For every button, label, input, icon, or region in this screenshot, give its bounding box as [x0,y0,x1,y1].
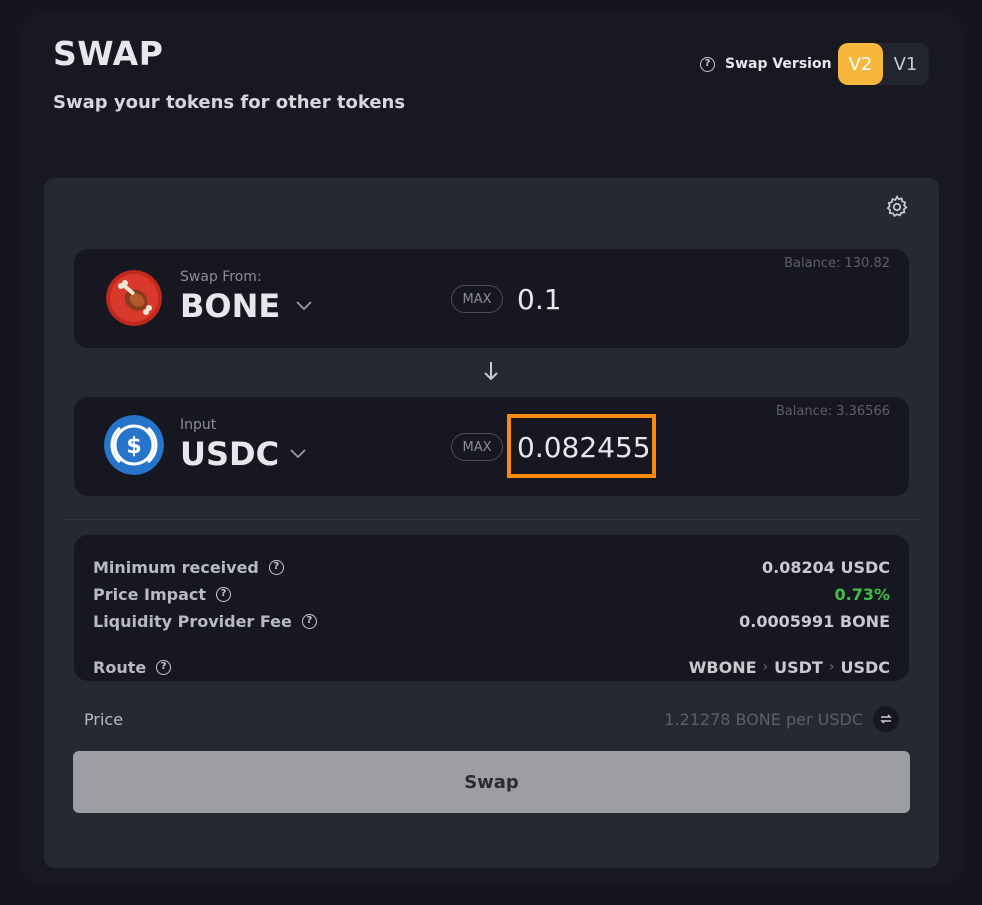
swap-button[interactable]: Swap [73,751,910,813]
from-token-selector[interactable]: BONE [180,287,280,325]
amount-highlight-box [507,414,656,478]
swap-card: Swap From: BONE MAX 0.1 Balance: 130.82 … [44,178,939,868]
to-token-selector[interactable]: USDC [180,435,279,473]
route-row: Route ? WBONE › USDT › USDC [93,656,890,678]
trade-details: Minimum received ? 0.08204 USDC Price Im… [74,535,909,681]
route-hop: WBONE [688,657,757,677]
minimum-received-row: Minimum received ? 0.08204 USDC [93,556,890,578]
from-balance: Balance: 130.82 [784,256,890,271]
chevron-right-icon: › [762,659,769,675]
price-label: Price [84,709,124,729]
price-impact-value: 0.73% [834,584,890,604]
minimum-received-value: 0.08204 USDC [762,557,890,577]
version-v2-button[interactable]: V2 [838,43,883,85]
page-subtitle: Swap your tokens for other tokens [53,92,406,113]
route-path: WBONE › USDT › USDC [689,658,890,677]
swap-from-box: Swap From: BONE MAX 0.1 Balance: 130.82 [74,249,909,348]
page-title: SWAP [53,34,164,73]
route-hop: USDT [774,657,823,677]
usdc-token-icon[interactable]: $ [104,415,164,475]
chevron-right-icon: › [828,659,835,675]
help-icon[interactable]: ? [700,56,715,72]
help-icon[interactable]: ? [301,613,317,629]
price-row: Price 1.21278 BONE per USDC [84,706,899,732]
chevron-down-icon[interactable] [295,299,313,311]
help-icon[interactable]: ? [156,659,172,675]
swap-from-caption: Swap From: [180,269,262,285]
route-label: Route [93,657,147,677]
help-icon[interactable]: ? [268,559,284,575]
minimum-received-label: Minimum received [93,557,259,577]
version-v1-button[interactable]: V1 [883,43,928,85]
help-icon[interactable]: ? [216,586,232,602]
swap-version-control: ? Swap Version V2 V1 [700,43,929,85]
arrow-down-icon[interactable] [481,358,501,384]
swap-to-box: $ Input USDC MAX 0.082455 Balance: 3.365… [74,397,909,496]
to-balance: Balance: 3.36566 [775,404,890,419]
invert-price-button[interactable] [873,706,899,732]
swap-version-label: Swap Version [725,56,832,72]
price-impact-label: Price Impact [93,584,207,604]
lp-fee-label: Liquidity Provider Fee [93,611,292,631]
from-amount-input[interactable]: 0.1 [517,283,562,316]
lp-fee-row: Liquidity Provider Fee ? 0.0005991 BONE [93,610,890,632]
swap-to-caption: Input [180,417,217,433]
swap-arrows-icon [880,714,892,724]
from-max-button[interactable]: MAX [451,285,503,313]
lp-fee-value: 0.0005991 BONE [739,611,890,631]
bone-token-icon[interactable] [106,270,162,326]
route-hop: USDC [840,657,890,677]
svg-text:$: $ [126,434,141,459]
price-value: 1.21278 BONE per USDC [664,709,863,729]
version-toggle: V2 V1 [838,43,929,85]
chevron-down-icon[interactable] [289,447,307,459]
to-max-button[interactable]: MAX [451,433,503,461]
divider [64,519,919,520]
settings-gear-icon[interactable] [884,194,910,220]
price-impact-row: Price Impact ? 0.73% [93,583,890,605]
